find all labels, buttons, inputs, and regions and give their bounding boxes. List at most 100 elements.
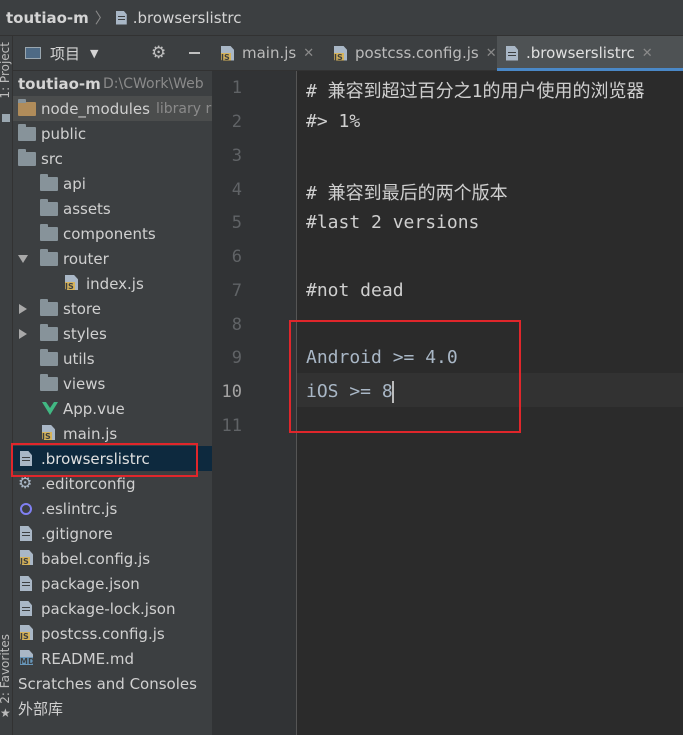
- js-file-icon: JS: [20, 625, 33, 640]
- tree-item-label: store: [63, 299, 101, 318]
- tree-item-styles[interactable]: styles: [13, 321, 212, 346]
- tree-item-node-modules[interactable]: node_modules library r: [13, 96, 212, 121]
- tree-item-views[interactable]: views: [13, 371, 212, 396]
- tree-item-label: .gitignore: [41, 524, 113, 543]
- code-line[interactable]: #> 1%: [306, 111, 360, 132]
- tree-item-package-json[interactable]: package.json: [13, 571, 212, 596]
- tree-root[interactable]: toutiao-m D:\CWork\Web: [13, 71, 212, 96]
- tree-item-readme[interactable]: MD README.md: [13, 646, 212, 671]
- tree-item-public[interactable]: public: [13, 121, 212, 146]
- tree-item-label: src: [41, 149, 63, 168]
- editor-tabs: JS main.js ✕ JS postcss.config.js ✕ .bro…: [212, 36, 683, 71]
- highlight-box-code: [289, 320, 521, 433]
- code-line[interactable]: # 兼容到最后的两个版本: [306, 179, 508, 205]
- tree-item-label: Scratches and Consoles: [18, 674, 197, 693]
- tree-item-label: main.js: [63, 424, 118, 443]
- project-view-icon: [25, 47, 41, 59]
- line-number: 1: [231, 78, 242, 98]
- tree-item-label: node_modules: [41, 99, 150, 118]
- minimize-icon[interactable]: [189, 52, 200, 54]
- code-line[interactable]: #last 2 versions: [306, 212, 479, 233]
- text-file-icon: [20, 526, 32, 541]
- highlight-box-tree: [11, 443, 198, 477]
- tree-root-path: D:\CWork\Web: [103, 75, 204, 92]
- tree-item-src[interactable]: src: [13, 146, 212, 171]
- favorites-tool-tab[interactable]: 2: Favorites: [0, 634, 12, 704]
- chevron-down-icon[interactable]: ▼: [90, 47, 98, 60]
- tree-item-label: babel.config.js: [41, 549, 151, 568]
- close-icon[interactable]: ✕: [486, 46, 497, 61]
- vue-file-icon: [42, 402, 58, 415]
- tree-item-app-vue[interactable]: App.vue: [13, 396, 212, 421]
- tree-item-gitignore[interactable]: .gitignore: [13, 521, 212, 546]
- tree-item-label: assets: [63, 199, 111, 218]
- tree-item-label: utils: [63, 349, 95, 368]
- close-icon[interactable]: ✕: [303, 46, 314, 61]
- markdown-file-icon: MD: [20, 650, 33, 665]
- line-number-current: 10: [221, 382, 242, 402]
- breadcrumb-file[interactable]: .browserslistrc: [133, 9, 242, 27]
- line-number: 5: [231, 213, 242, 233]
- project-view-selector[interactable]: 项目: [50, 43, 80, 64]
- code-line[interactable]: #not dead: [306, 280, 404, 301]
- json-file-icon: [20, 601, 32, 616]
- tree-item-hint: library r: [156, 100, 212, 117]
- tree-item-babel-config[interactable]: JS babel.config.js: [13, 546, 212, 571]
- text-file-icon: [115, 10, 127, 25]
- tree-item-label: components: [63, 224, 156, 243]
- close-icon[interactable]: ✕: [642, 46, 653, 61]
- js-file-icon: JS: [20, 550, 33, 565]
- tree-item-utils[interactable]: utils: [13, 346, 212, 371]
- project-tool-tab[interactable]: 1: Project: [0, 42, 12, 99]
- chevron-right-icon[interactable]: [19, 328, 27, 339]
- text-file-icon: [506, 45, 518, 61]
- tab-label: postcss.config.js: [355, 44, 479, 62]
- tree-item-package-lock[interactable]: package-lock.json: [13, 596, 212, 621]
- folder-icon: [18, 124, 36, 141]
- tab-main-js[interactable]: JS main.js ✕: [212, 36, 325, 70]
- tree-item-components[interactable]: components: [13, 221, 212, 246]
- tree-item-external-libraries[interactable]: 外部库: [13, 696, 212, 721]
- tab-postcss-config[interactable]: JS postcss.config.js ✕: [325, 36, 497, 70]
- chevron-right-icon[interactable]: [19, 303, 27, 314]
- tree-item-label: .editorconfig: [41, 474, 136, 493]
- line-number: 3: [231, 146, 242, 166]
- tree-item-label: package-lock.json: [41, 599, 176, 618]
- chevron-down-icon[interactable]: [18, 255, 28, 263]
- js-file-icon: JS: [65, 275, 78, 290]
- tree-item-postcss-config[interactable]: JS postcss.config.js: [13, 621, 212, 646]
- code-line[interactable]: # 兼容到超过百分之1的用户使用的浏览器: [306, 77, 645, 103]
- line-number-gutter: [212, 71, 297, 735]
- tab-label: main.js: [242, 44, 297, 62]
- folder-icon: [40, 174, 58, 191]
- line-number: 9: [231, 348, 242, 368]
- folder-icon: [40, 374, 58, 391]
- line-number: 7: [231, 281, 242, 301]
- tree-item-eslintrc[interactable]: .eslintrc.js: [13, 496, 212, 521]
- tree-item-index-js[interactable]: JS index.js: [13, 271, 212, 296]
- js-file-icon: JS: [334, 45, 347, 61]
- gear-icon[interactable]: ⚙: [151, 43, 166, 63]
- folder-icon: [18, 149, 36, 166]
- tree-item-label: postcss.config.js: [41, 624, 165, 643]
- tree-item-label: package.json: [41, 574, 140, 593]
- json-file-icon: [20, 576, 32, 591]
- line-number: 4: [231, 180, 242, 200]
- tree-item-label: views: [63, 374, 106, 393]
- tree-item-scratches[interactable]: Scratches and Consoles: [13, 671, 212, 696]
- tree-item-label: public: [41, 124, 87, 143]
- tree-item-api[interactable]: api: [13, 171, 212, 196]
- tab-browserslistrc[interactable]: .browserslistrc ✕: [497, 36, 683, 71]
- tree-item-router[interactable]: router: [13, 246, 212, 271]
- eslint-icon: [20, 503, 32, 515]
- tree-item-store[interactable]: store: [13, 296, 212, 321]
- tree-item-assets[interactable]: assets: [13, 196, 212, 221]
- folder-icon: [18, 99, 36, 116]
- line-number: 6: [231, 247, 242, 267]
- project-panel: 项目 ▼ ⚙ toutiao-m D:\CWork\Web node_modul…: [13, 36, 212, 735]
- breadcrumb-project[interactable]: toutiao-m: [6, 9, 89, 27]
- tool-window-stripe: 1: Project 2: Favorites ★: [0, 36, 13, 735]
- navigation-bar: toutiao-m 〉 .browserslistrc: [0, 0, 683, 36]
- tree-item-label: 外部库: [18, 700, 64, 718]
- line-number: 2: [231, 112, 242, 132]
